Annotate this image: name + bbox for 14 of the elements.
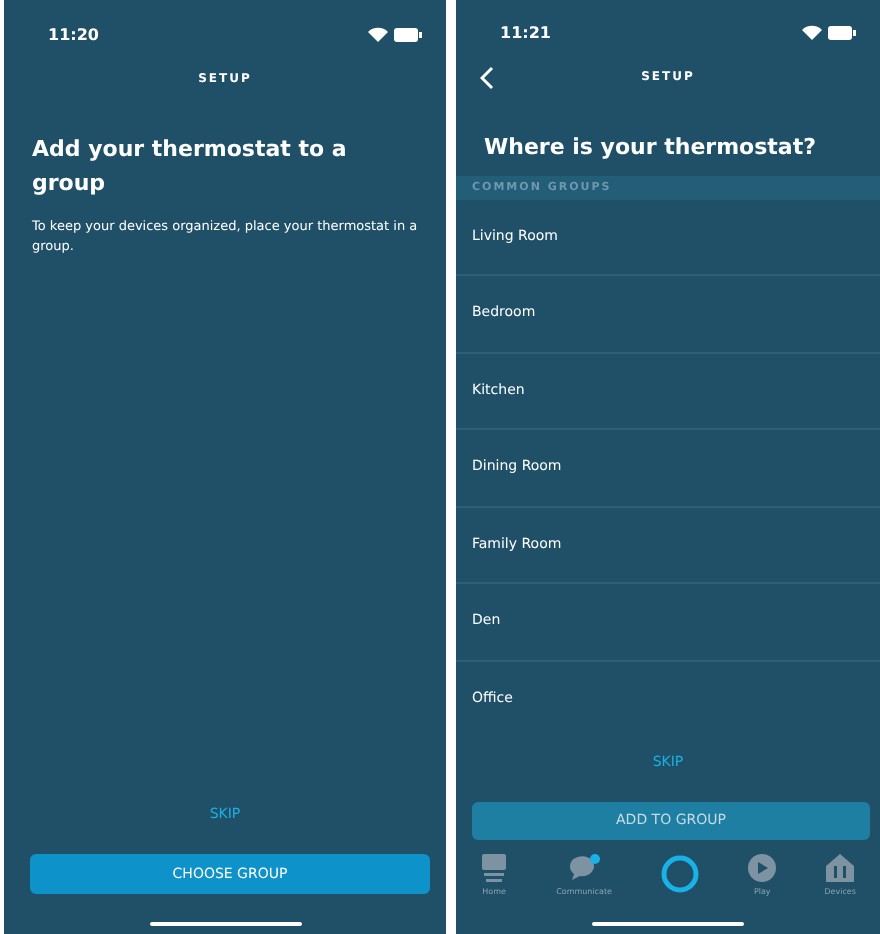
wifi-icon [368, 26, 388, 42]
screen-title: Add your thermostat to a group [32, 134, 349, 200]
wifi-icon [802, 24, 822, 41]
back-icon[interactable] [480, 65, 494, 90]
home-icon[interactable] [480, 853, 509, 882]
status-time: 11:20 [48, 25, 99, 43]
devices-icon[interactable] [826, 853, 855, 882]
screen-title: Where is your thermostat? [484, 131, 818, 164]
alexa-ring-icon[interactable] [660, 854, 701, 895]
play-icon[interactable] [748, 853, 777, 882]
battery-icon [828, 25, 856, 40]
status-time: 11:21 [500, 23, 551, 42]
battery-icon [394, 27, 422, 41]
chat-bubble-icon[interactable] [568, 853, 601, 882]
